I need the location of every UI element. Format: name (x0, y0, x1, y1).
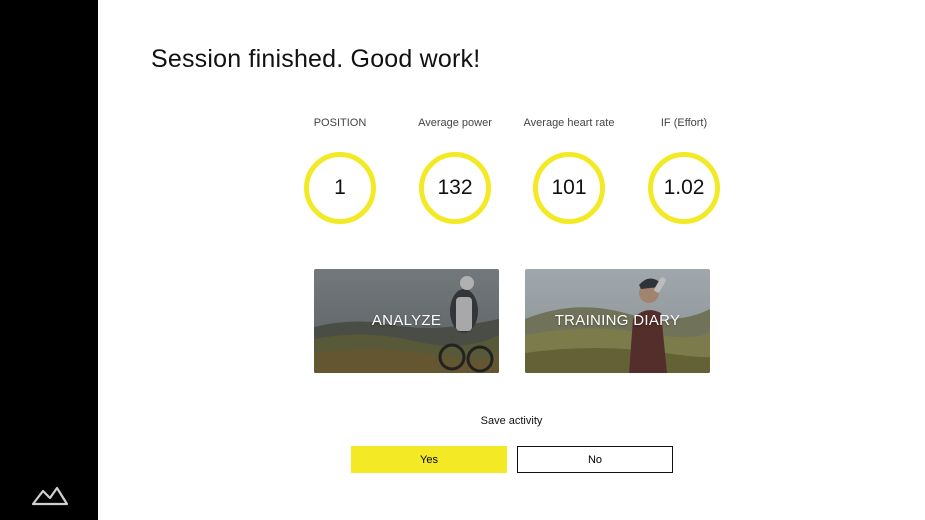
stat-label: POSITION (313, 117, 367, 129)
mountain-logo-icon[interactable] (30, 483, 70, 507)
page-title: Session finished. Good work! (151, 45, 481, 73)
stat-value-ring: 1.02 (648, 152, 720, 224)
stat-label: IF (Effort) (660, 117, 708, 129)
save-activity-label: Save activity (480, 415, 543, 427)
stat-value-ring: 1 (304, 152, 376, 224)
training-diary-card[interactable]: TRAINING DIARY (525, 269, 710, 373)
sidebar (0, 0, 98, 520)
no-button[interactable]: No (517, 446, 673, 473)
analyze-card-label: ANALYZE (371, 312, 442, 329)
stat-average-heart-rate: Average heart rate 101 (509, 116, 629, 224)
stat-position: POSITION 1 (280, 116, 400, 224)
yes-button[interactable]: Yes (351, 446, 507, 473)
stat-label: Average power (418, 117, 492, 129)
stat-effort: IF (Effort) 1.02 (624, 116, 744, 224)
stat-value-ring: 132 (419, 152, 491, 224)
stat-value-ring: 101 (533, 152, 605, 224)
stat-average-power: Average power 132 (395, 116, 515, 224)
training-diary-card-label: TRAINING DIARY (554, 312, 681, 329)
analyze-card[interactable]: ANALYZE (314, 269, 499, 373)
stat-label: Average heart rate (523, 117, 615, 129)
